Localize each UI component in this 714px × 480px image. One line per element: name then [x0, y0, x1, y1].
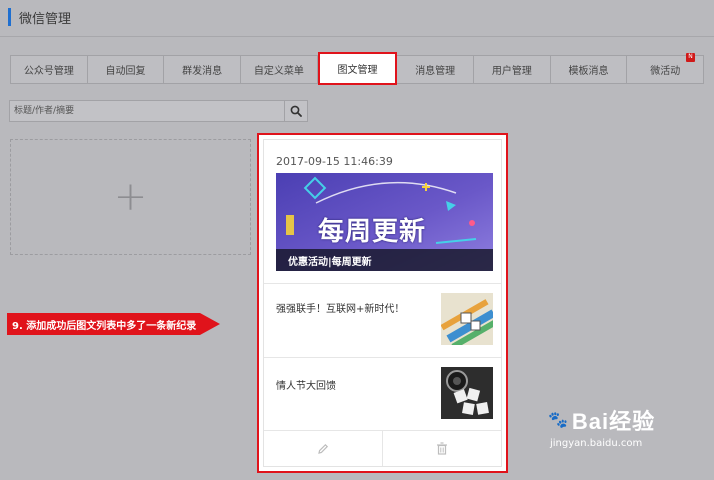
tab-article-management[interactable]: 图文管理: [317, 52, 398, 85]
search-bar: [9, 100, 308, 122]
plus-icon: +: [113, 174, 148, 220]
arrow-right-icon: [200, 313, 221, 335]
article-item-title[interactable]: 情人节大回馈: [276, 377, 336, 392]
page-title: 微信管理: [19, 11, 72, 27]
article-item-thumbnail: [441, 293, 493, 345]
highlight-frame: 2017-09-15 11:46:39 每周更新 优惠活动|每周更新 强强联手！…: [257, 133, 508, 473]
item-divider: [264, 357, 501, 358]
pencil-icon: [318, 443, 329, 454]
watermark-logo-text: Bai经验: [571, 409, 656, 434]
tab-label: 用户管理: [491, 66, 532, 77]
delete-button[interactable]: [382, 431, 501, 466]
tab-bar: 公众号管理 自动回复 群发消息 自定义菜单 图文管理 消息管理 用户管理 模板消…: [10, 52, 704, 85]
item-divider: [264, 283, 501, 284]
search-button[interactable]: [284, 101, 307, 121]
watermark-logo: 🐾 Bai经验: [548, 404, 655, 436]
article-card[interactable]: 2017-09-15 11:46:39 每周更新 优惠活动|每周更新 强强联手！…: [263, 139, 502, 467]
tab-label: 图文管理: [337, 65, 378, 76]
watermark: 🐾 Bai经验 jingyan.baidu.com: [548, 404, 655, 449]
article-item-thumbnail: [441, 367, 493, 419]
header-divider: [0, 36, 714, 37]
cover-caption: 优惠活动|每周更新: [276, 249, 493, 271]
thumbnail-image: [441, 293, 493, 345]
watermark-url: jingyan.baidu.com: [550, 438, 643, 449]
tab-auto-reply[interactable]: 自动回复: [88, 56, 165, 83]
tab-micro-activity[interactable]: 微活动 N: [627, 53, 703, 83]
tab-template-message[interactable]: 模板消息: [551, 56, 628, 83]
tab-label: 微活动: [650, 66, 681, 77]
tab-custom-menu[interactable]: 自定义菜单: [241, 56, 318, 83]
annotation-callout: 9. 添加成功后图文列表中多了一条新纪录: [7, 313, 221, 335]
thumbnail-image: [441, 367, 493, 419]
tab-label: 自定义菜单: [253, 66, 304, 77]
add-article-card[interactable]: +: [10, 139, 251, 255]
tab-label: 模板消息: [568, 66, 609, 77]
tab-official-account[interactable]: 公众号管理: [11, 56, 88, 83]
title-accent-bar: [8, 8, 11, 26]
tab-label: 消息管理: [415, 66, 456, 77]
paw-icon: 🐾: [548, 412, 569, 429]
tab-user-management[interactable]: 用户管理: [474, 56, 551, 83]
search-icon: [290, 105, 302, 117]
tab-message-management[interactable]: 消息管理: [397, 56, 475, 83]
article-date: 2017-09-15 11:46:39: [276, 155, 393, 168]
article-item-title[interactable]: 强强联手！互联网+新时代！: [276, 300, 404, 315]
search-input[interactable]: [10, 101, 284, 121]
page-header: 微信管理: [8, 7, 71, 27]
tab-label: 群发消息: [182, 66, 223, 77]
annotation-text: 9. 添加成功后图文列表中多了一条新纪录: [7, 313, 201, 335]
tab-label: 自动回复: [105, 66, 146, 77]
article-cover[interactable]: 每周更新 优惠活动|每周更新: [276, 173, 493, 271]
cover-headline: 每周更新: [318, 217, 427, 247]
tab-label: 公众号管理: [23, 66, 74, 77]
card-actions: [264, 430, 501, 466]
edit-button[interactable]: [264, 431, 382, 466]
new-badge: N: [686, 53, 696, 62]
tab-mass-message[interactable]: 群发消息: [164, 56, 242, 83]
trash-icon: [437, 442, 447, 455]
